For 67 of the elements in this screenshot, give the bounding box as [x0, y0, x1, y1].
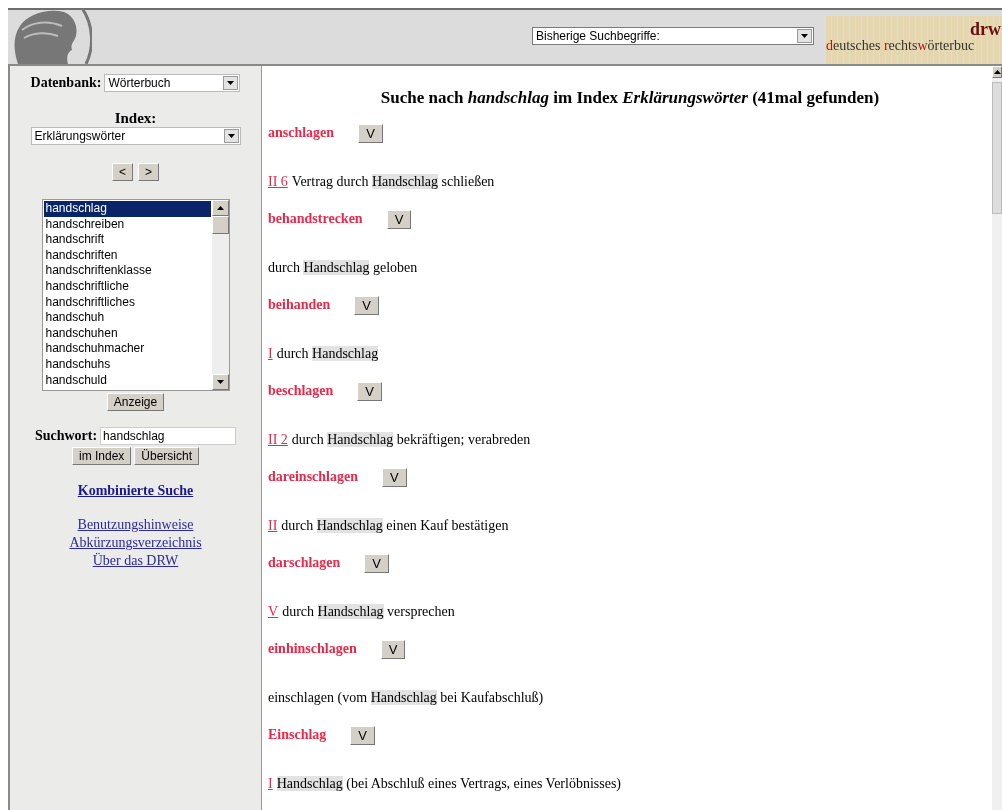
view-button[interactable]: V [357, 381, 382, 401]
headword-link[interactable]: anschlagen [268, 125, 335, 141]
word-list-item[interactable]: handschriftliche [43, 278, 211, 295]
word-list-item[interactable]: handschreiben [43, 216, 211, 233]
results-heading: Suche nach handschlag im Index Erklärungswörter (41mal gefunden) [379, 88, 881, 108]
sense-link[interactable]: II [268, 518, 278, 534]
word-list-item[interactable]: handschlag [43, 201, 211, 217]
scroll-up-icon[interactable] [216, 206, 224, 210]
search-button[interactable]: Übersicht [134, 447, 199, 465]
page-scrollbar[interactable] [992, 66, 1002, 810]
database-label: Datenbank: [30, 75, 102, 91]
view-button[interactable]: V [358, 123, 383, 143]
search-word-label: Suchwort: [34, 428, 98, 444]
scroll-thumb[interactable] [992, 82, 1002, 214]
headword-link[interactable]: beschlagen [268, 383, 334, 399]
scroll-up-icon[interactable] [993, 70, 1001, 74]
view-button[interactable]: V [380, 639, 406, 659]
headword-link[interactable]: Einschlag [268, 727, 327, 743]
definition-text: durch Handschlag geloben [268, 260, 418, 276]
sense-link[interactable]: II 6 [268, 174, 288, 190]
headword-link[interactable]: dareinschlagen [268, 469, 358, 485]
word-list-item[interactable]: handschriften [43, 247, 211, 264]
definition-text: Handschlag (bei Abschluß eines Vertrags, eines Verlöbnisses) [276, 776, 622, 792]
index-label: Index: [114, 110, 157, 127]
view-button[interactable]: V [386, 209, 412, 229]
search-field[interactable]: handschlag [100, 427, 237, 445]
headword-link[interactable]: beihanden [268, 297, 331, 313]
view-button[interactable]: V [354, 295, 379, 315]
word-list-item[interactable]: handschuhs [43, 356, 211, 373]
help-link[interactable]: Über das DRW [92, 552, 179, 570]
logo-mark: drw [970, 20, 1001, 38]
word-list-item[interactable]: handschriftenklasse [43, 263, 211, 279]
sense-link[interactable]: I [268, 346, 273, 362]
help-link[interactable]: Benutzungshinweise [77, 516, 194, 534]
nav-button[interactable]: > [138, 163, 159, 181]
help-link[interactable]: Abkürzungsverzeichnis [69, 534, 202, 552]
word-list-item[interactable]: handschuh [43, 310, 211, 326]
sense-link[interactable]: I [268, 776, 273, 792]
sense-link[interactable]: V [268, 604, 279, 620]
headword-link[interactable]: darschlagen [268, 555, 341, 571]
scroll-down-icon[interactable] [216, 380, 224, 384]
database-select[interactable]: Wörterbuch [104, 74, 241, 92]
word-list-item[interactable]: handschriftliches [43, 294, 211, 311]
history-select[interactable]: Bisherige Suchbegriffe: [532, 27, 814, 45]
word-list-item[interactable]: handschuhen [43, 325, 211, 342]
nav-button[interactable]: < [112, 163, 133, 181]
show-button[interactable]: Anzeige [106, 393, 165, 411]
word-list-item[interactable]: handschrift [43, 232, 211, 248]
headword-link[interactable]: behandstrecken [268, 211, 363, 227]
word-list-item[interactable]: handschuhmacher [43, 341, 211, 357]
sense-link[interactable]: II 2 [268, 432, 288, 448]
search-button[interactable]: im Index [71, 447, 132, 465]
headword-link[interactable]: einhinschlagen [268, 641, 357, 657]
logo-tagline: deutsches rechtswörterbuc [826, 38, 975, 54]
view-button[interactable]: V [382, 467, 407, 487]
combined-search-link[interactable]: Kombinierte Suche [77, 483, 194, 499]
definition-text: Vertrag durch Handschlag schließen [291, 174, 495, 190]
word-list-item[interactable]: handschuld [43, 372, 211, 389]
definition-text: durch Handschlag versprechen [282, 604, 455, 620]
view-button[interactable]: V [364, 553, 389, 573]
index-select[interactable]: Erklärungswörter [30, 127, 241, 145]
definition-text: einschlagen (vom Handschlag bei Kaufabschluß) [268, 690, 544, 706]
list-scrollbar[interactable] [211, 200, 229, 390]
view-button[interactable]: V [350, 725, 376, 745]
definition-text: durch Handschlag [276, 346, 379, 362]
definition-text: durch Handschlag bekräftigen; verabreden [291, 432, 531, 448]
definition-text: durch Handschlag einen Kauf bestätigen [281, 518, 509, 534]
